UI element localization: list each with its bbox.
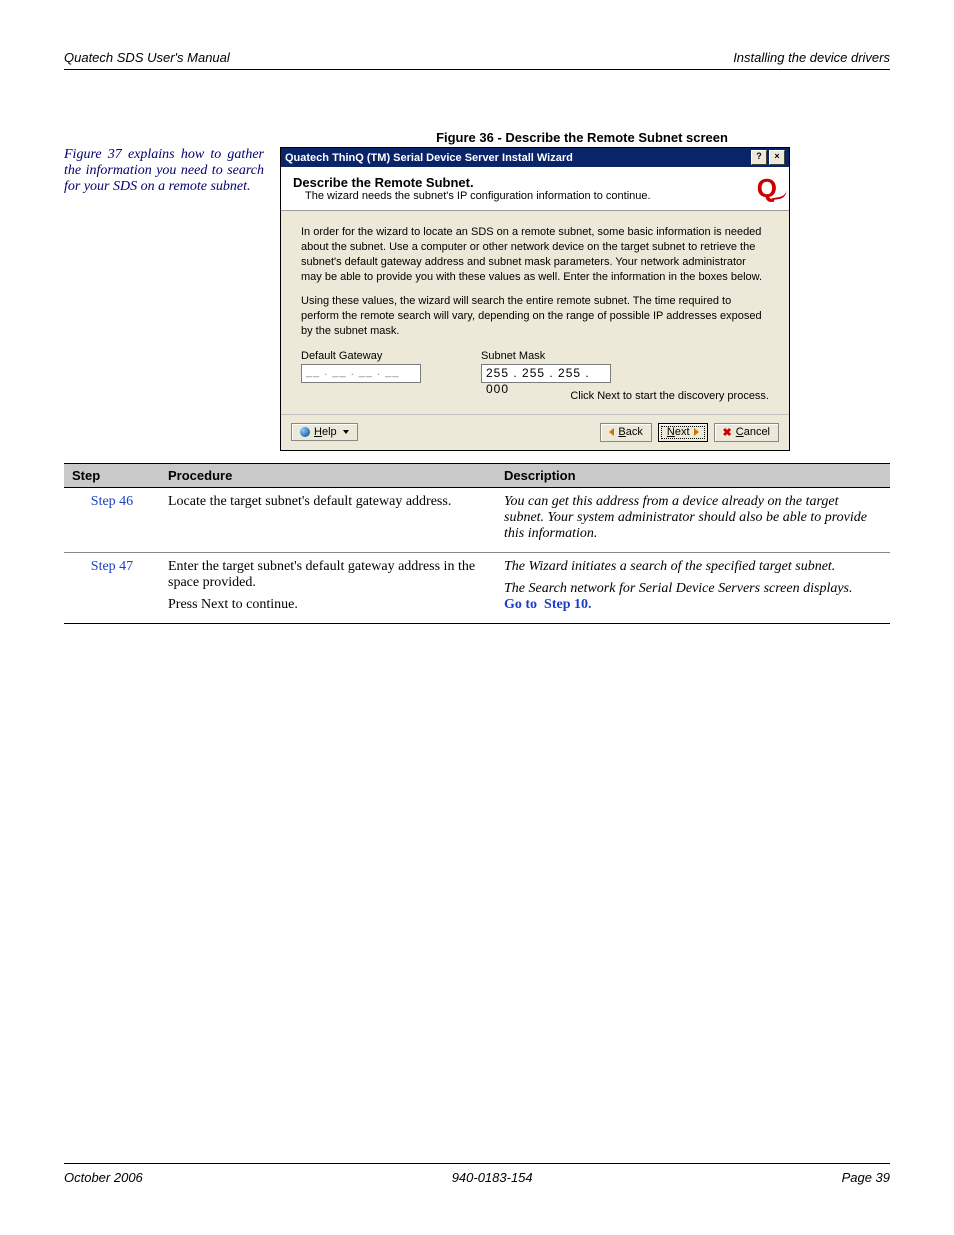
wizard-footer: Help Back Next ✖ Cancel — [281, 414, 789, 450]
subnet-mask-label: Subnet Mask — [481, 349, 611, 364]
description-cell: The Wizard initiates a search of the spe… — [496, 552, 890, 623]
wizard-paragraph-2: Using these values, the wizard will sear… — [301, 294, 769, 339]
table-row: Step 47 Enter the target subnet's defaul… — [64, 552, 890, 623]
cancel-x-icon: ✖ — [723, 426, 732, 439]
wizard-dialog: Quatech ThinQ (TM) Serial Device Server … — [280, 147, 790, 451]
quatech-logo-icon: Q — [757, 175, 777, 202]
description-cell: You can get this address from a device a… — [496, 487, 890, 552]
figure-caption: Figure 36 - Describe the Remote Subnet s… — [274, 130, 890, 145]
step-link[interactable]: Step 47 — [91, 559, 133, 574]
header-right: Installing the device drivers — [733, 50, 890, 65]
arrow-right-icon — [694, 428, 699, 436]
procedure-table: Step Procedure Description Step 46 Locat… — [64, 463, 890, 624]
goto-step-link[interactable]: Go to ­ Step 10. — [504, 597, 882, 613]
col-description: Description — [496, 463, 890, 487]
titlebar-help-button[interactable]: ? — [751, 150, 767, 165]
side-margin-note: Figure 37 explains how to gather the inf… — [64, 147, 280, 195]
page-header: Quatech SDS User's Manual Installing the… — [64, 50, 890, 70]
wizard-header-area: Describe the Remote Subnet. The wizard n… — [281, 167, 789, 211]
titlebar-close-button[interactable]: × — [769, 150, 785, 165]
wizard-subheading: The wizard needs the subnet's IP configu… — [305, 190, 757, 202]
subnet-mask-input[interactable]: 255 . 255 . 255 . 000 — [481, 364, 611, 383]
cancel-button[interactable]: ✖ Cancel — [714, 423, 779, 442]
col-procedure: Procedure — [160, 463, 496, 487]
step-link[interactable]: Step 46 — [91, 494, 133, 509]
footer-date: October 2006 — [64, 1170, 143, 1185]
wizard-heading: Describe the Remote Subnet. — [293, 175, 757, 190]
default-gateway-label: Default Gateway — [301, 349, 421, 364]
discovery-tip: Click Next to start the discovery proces… — [301, 389, 769, 404]
help-icon — [300, 427, 310, 437]
wizard-titlebar: Quatech ThinQ (TM) Serial Device Server … — [281, 148, 789, 167]
chevron-down-icon — [343, 430, 349, 434]
help-button-label: elp — [322, 426, 337, 438]
wizard-title: Quatech ThinQ (TM) Serial Device Server … — [285, 152, 573, 164]
procedure-cell: Enter the target subnet's default gatewa… — [160, 552, 496, 623]
procedure-cell: Locate the target subnet's default gatew… — [160, 487, 496, 552]
header-left: Quatech SDS User's Manual — [64, 50, 230, 65]
back-button[interactable]: Back — [600, 423, 651, 442]
help-button[interactable]: Help — [291, 423, 358, 441]
default-gateway-input[interactable]: __ . __ . __ . __ — [301, 364, 421, 383]
col-step: Step — [64, 463, 160, 487]
table-row: Step 46 Locate the target subnet's defau… — [64, 487, 890, 552]
arrow-left-icon — [609, 428, 614, 436]
page-footer: October 2006 940-0183-154 Page 39 — [64, 1163, 890, 1185]
footer-pagenum: Page 39 — [842, 1170, 890, 1185]
wizard-paragraph-1: In order for the wizard to locate an SDS… — [301, 225, 769, 284]
next-button[interactable]: Next — [658, 423, 708, 442]
wizard-body: In order for the wizard to locate an SDS… — [281, 211, 789, 414]
footer-docnum: 940-0183-154 — [452, 1170, 533, 1185]
